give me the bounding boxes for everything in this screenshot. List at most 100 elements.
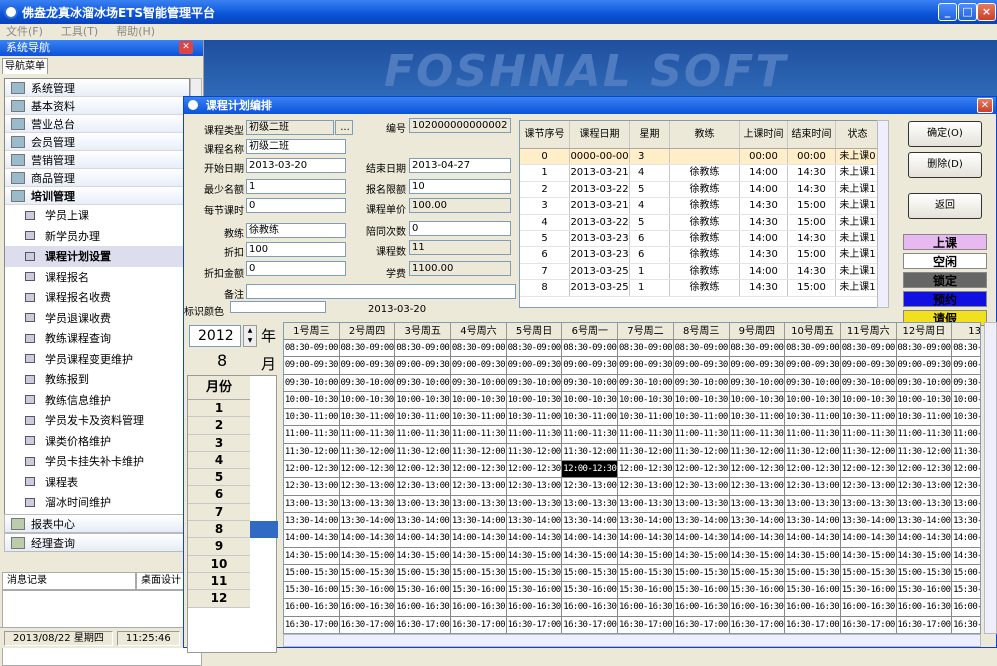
calendar-vscroll[interactable] (984, 322, 997, 634)
nav-subitem-10[interactable]: 学员发卡及资料管理 (5, 410, 189, 431)
calendar-cell[interactable]: 14:00-14:30 (618, 530, 674, 548)
calendar-cell[interactable]: 10:00-10:30 (339, 391, 396, 410)
year-spinner[interactable]: ▲ ▼ (243, 325, 257, 347)
calendar-cell[interactable]: 09:30-10:00 (673, 374, 730, 392)
table-row[interactable]: 7 2013-03-25 1 徐教练 14:00 14:30 未上课1 (520, 263, 888, 281)
max-enroll-field[interactable]: 10 (409, 179, 511, 194)
calendar-cell[interactable]: 10:00-10:30 (729, 391, 786, 410)
calendar-cell[interactable]: 15:30-16:00 (729, 582, 786, 600)
calendar-cell[interactable]: 14:00-14:30 (506, 530, 563, 548)
calendar-cell[interactable]: 14:00-14:30 (729, 530, 786, 548)
schedule-col-header[interactable]: 课节序号 (520, 121, 570, 148)
calendar-cell[interactable]: 08:30-09:00 (284, 340, 340, 358)
calendar-cell[interactable]: 11:30-12:00 (896, 443, 953, 462)
table-row[interactable]: 1 2013-03-21 4 徐教练 14:00 14:30 未上课1 (520, 165, 888, 182)
calendar-cell[interactable]: 11:30-12:00 (673, 443, 730, 462)
calendar-cell[interactable]: 08:30-09:00 (395, 340, 452, 358)
calendar-cell[interactable]: 13:30-14:00 (339, 512, 396, 531)
calendar-cell[interactable]: 16:00-16:30 (840, 599, 897, 617)
calendar-cell[interactable]: 16:00-16:30 (506, 599, 563, 617)
calendar-cell[interactable]: 10:00-10:30 (896, 391, 953, 410)
calendar-cell[interactable]: 13:00-13:30 (395, 495, 452, 513)
calendar-cell[interactable]: 08:30-09:00 (451, 340, 507, 358)
calendar-cell[interactable]: 15:30-16:00 (618, 582, 674, 600)
calendar-cell[interactable]: 11:00-11:30 (785, 426, 841, 444)
calendar-cell[interactable]: 11:00-11:30 (562, 426, 619, 444)
nav-item-3[interactable]: 会员管理 (5, 133, 189, 151)
calendar-cell[interactable]: 09:30-10:00 (506, 374, 563, 392)
calendar-cell[interactable]: 08:30-09:00 (562, 340, 619, 358)
month-item-7[interactable]: 7 (188, 503, 250, 522)
calendar-cell[interactable]: 14:00-14:30 (840, 530, 897, 548)
nav-subitem-14[interactable]: 溜冰时间维护 (5, 492, 189, 513)
calendar-cell[interactable]: 08:30-09:00 (339, 340, 396, 358)
calendar-cell[interactable]: 16:00-16:30 (562, 599, 619, 617)
calendar-cell[interactable]: 16:30-17:00 (674, 616, 730, 633)
schedule-col-header[interactable]: 星期 (630, 121, 670, 148)
calendar-cell[interactable]: 16:30-17:00 (785, 616, 841, 633)
menu-file[interactable]: 文件(F) (6, 24, 43, 40)
calendar-cell[interactable]: 13:30-14:00 (562, 512, 619, 531)
minimize-button[interactable]: _ (938, 3, 957, 21)
nav-subitem-4[interactable]: 课程报名收费 (5, 287, 189, 308)
nav-item-2[interactable]: 营业总台 (5, 115, 189, 133)
calendar-cell[interactable]: 16:00-16:30 (618, 599, 674, 617)
calendar-cell[interactable]: 14:00-14:30 (896, 530, 953, 548)
calendar-cell[interactable]: 15:00-15:30 (952, 565, 980, 583)
calendar-cell[interactable]: 15:00-15:30 (840, 564, 897, 583)
remark-field[interactable] (246, 284, 516, 299)
calendar-cell[interactable]: 10:30-11:00 (729, 409, 786, 427)
calendar-cell[interactable]: 16:00-16:30 (395, 599, 452, 617)
calendar-cell[interactable]: 10:00-10:30 (952, 392, 980, 410)
calendar-cell[interactable]: 16:00-16:30 (952, 599, 980, 617)
calendar-cell[interactable]: 15:30-16:00 (840, 582, 897, 600)
calendar-cell[interactable]: 14:00-14:30 (785, 530, 841, 548)
discount-field[interactable]: 100 (246, 242, 346, 257)
calendar-cell[interactable]: 12:30-13:00 (840, 478, 897, 496)
calendar-cell[interactable]: 12:00-12:30 (952, 461, 980, 479)
calendar-cell[interactable]: 15:30-16:00 (785, 582, 841, 600)
calendar-cell[interactable]: 15:00-15:30 (618, 564, 674, 583)
calendar-cell[interactable]: 15:00-15:30 (339, 564, 396, 583)
calendar-cell[interactable]: 16:00-16:30 (785, 599, 841, 617)
calendar-cell[interactable]: 10:00-10:30 (562, 391, 619, 410)
calendar-hscroll[interactable] (283, 634, 981, 647)
month-item-9[interactable]: 9 (188, 538, 250, 556)
calendar-cell[interactable]: 09:30-10:00 (451, 374, 507, 392)
month-item-12[interactable]: 12 (188, 590, 250, 608)
calendar-cell[interactable]: 14:30-15:00 (952, 548, 980, 565)
calendar-cell[interactable]: 12:00-12:30 (339, 461, 396, 479)
calendar-cell[interactable]: 14:30-15:00 (673, 547, 730, 565)
nav-tab[interactable]: 导航菜单 (2, 58, 48, 74)
coach-field[interactable]: 徐教练 (246, 223, 346, 238)
calendar-cell[interactable]: 16:30-17:00 (340, 616, 396, 633)
calendar-cell[interactable]: 09:00-09:30 (618, 357, 674, 375)
calendar-cell[interactable]: 14:00-14:30 (284, 530, 340, 548)
calendar-cell[interactable]: 10:30-11:00 (785, 409, 841, 427)
calendar-cell[interactable]: 09:00-09:30 (339, 357, 396, 375)
nav-subitem-8[interactable]: 教练报到 (5, 369, 189, 390)
calendar-cell[interactable]: 14:30-15:00 (339, 547, 396, 565)
calendar-cell[interactable]: 11:00-11:30 (506, 426, 563, 444)
calendar-cell[interactable]: 11:30-12:00 (562, 443, 619, 462)
calendar-cell[interactable]: 10:30-11:00 (284, 409, 340, 427)
calendar-cell[interactable]: 14:30-15:00 (451, 547, 507, 565)
nav-subitem-11[interactable]: 课类价格维护 (5, 431, 189, 452)
nav-subitem-0[interactable]: 学员上课 (5, 205, 189, 226)
calendar-cell[interactable]: 15:30-16:00 (952, 582, 980, 600)
calendar-cell[interactable]: 16:00-16:30 (673, 599, 730, 617)
calendar-cell[interactable]: 11:30-12:00 (339, 443, 396, 462)
calendar-cell[interactable]: 14:30-15:00 (729, 547, 786, 565)
calendar-cell[interactable]: 16:30-17:00 (562, 616, 619, 633)
calendar-cell[interactable]: 13:30-14:00 (506, 512, 563, 531)
calendar-cell[interactable]: 12:30-13:00 (284, 478, 340, 496)
calendar-cell[interactable]: 09:30-10:00 (952, 375, 980, 392)
calendar-cell[interactable]: 15:30-16:00 (451, 582, 507, 600)
calendar-cell[interactable]: 10:00-10:30 (506, 391, 563, 410)
calendar-cell[interactable]: 11:30-12:00 (785, 443, 841, 462)
calendar-cell[interactable]: 13:00-13:30 (284, 495, 340, 513)
month-item-8[interactable]: 8 (188, 521, 250, 539)
nav-subitem-2[interactable]: 课程计划设置 (5, 246, 189, 267)
calendar-cell[interactable]: 12:00-12:30 (785, 461, 841, 479)
schedule-col-header[interactable]: 教练 (670, 121, 740, 148)
